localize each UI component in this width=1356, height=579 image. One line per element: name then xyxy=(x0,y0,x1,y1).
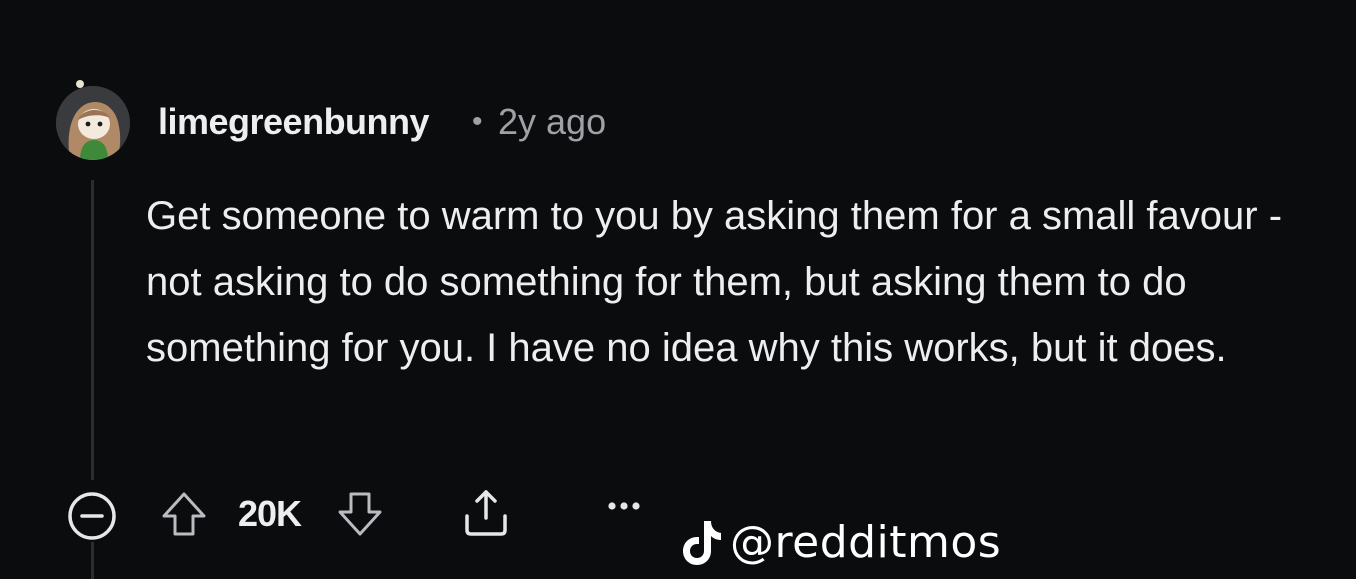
comment-card: limegreenbunny • 2y ago Get someone to w… xyxy=(0,0,1356,579)
more-options-button[interactable] xyxy=(602,492,646,520)
collapse-button[interactable] xyxy=(66,490,118,542)
share-icon xyxy=(465,490,507,536)
thread-line-continuation xyxy=(91,542,94,579)
user-avatar-icon xyxy=(56,86,130,160)
more-dots-icon xyxy=(608,502,640,510)
downvote-arrow-icon xyxy=(338,492,382,536)
downvote-button[interactable] xyxy=(334,488,386,540)
timestamp: 2y ago xyxy=(498,101,607,142)
user-avatar[interactable] xyxy=(56,86,130,160)
avatar-accessory xyxy=(76,80,84,88)
meta-separator: • xyxy=(472,105,483,138)
username[interactable]: limegreenbunny xyxy=(158,100,430,144)
action-bar: 20K xyxy=(0,480,1356,550)
watermark-handle: @redditmos xyxy=(730,516,1002,568)
upvote-arrow-icon xyxy=(162,492,206,536)
tiktok-logo-icon xyxy=(683,521,721,565)
watermark: @redditmos xyxy=(680,512,1001,572)
vote-count: 20K xyxy=(238,493,302,534)
upvote-button[interactable] xyxy=(158,488,210,540)
thread-line[interactable] xyxy=(91,180,94,480)
share-button[interactable] xyxy=(458,484,514,540)
comment-body: Get someone to warm to you by asking the… xyxy=(146,194,1283,370)
collapse-minus-icon xyxy=(68,492,116,540)
